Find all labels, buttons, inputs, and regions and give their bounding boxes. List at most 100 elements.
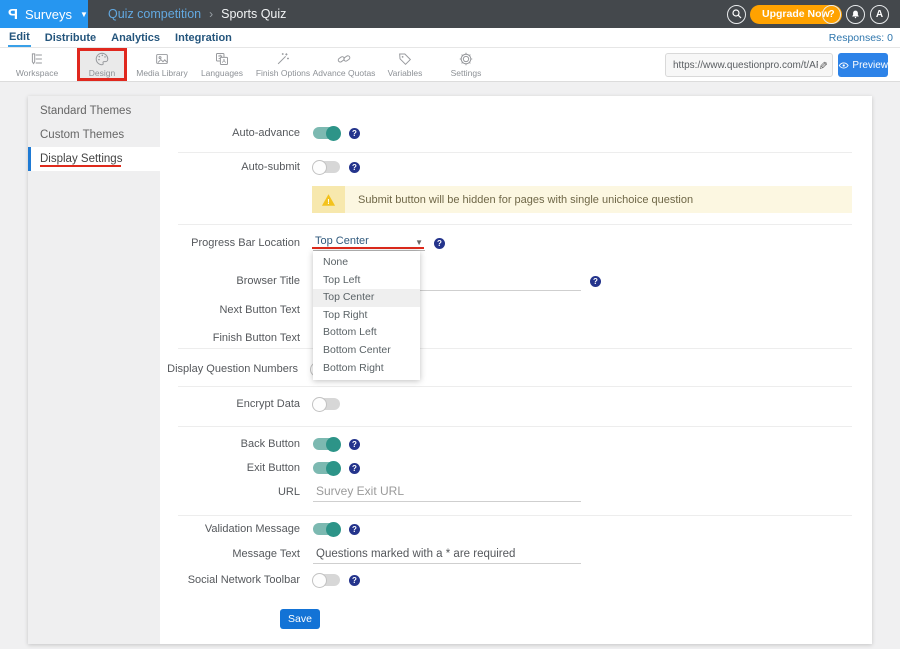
message-text-label: Message Text: [160, 548, 300, 560]
auto-advance-toggle[interactable]: [313, 127, 340, 139]
back-button-toggle[interactable]: [313, 438, 340, 450]
toolbar-media-library-button[interactable]: Media Library: [132, 49, 192, 80]
toolbar-finish-options-button[interactable]: Finish Options: [253, 49, 313, 80]
dropdown-option-top-left[interactable]: Top Left: [313, 272, 420, 290]
encrypt-data-toggle[interactable]: [313, 398, 340, 410]
social-network-toolbar-help-icon[interactable]: ?: [349, 575, 360, 586]
themes-sidebar: Standard Themes Custom Themes Display Se…: [28, 96, 160, 644]
encrypt-data-label: Encrypt Data: [160, 398, 300, 410]
progress-bar-location-label: Progress Bar Location: [160, 237, 300, 249]
back-button-row: Back Button ?: [160, 434, 360, 454]
auto-submit-toggle[interactable]: [313, 161, 340, 173]
preview-label: Preview: [852, 60, 888, 71]
browser-title-help-icon[interactable]: ?: [590, 276, 601, 287]
settings-gear-icon: [458, 51, 474, 67]
validation-message-help-icon[interactable]: ?: [349, 524, 360, 535]
responses-count[interactable]: Responses: 0: [829, 32, 893, 44]
toolbar-workspace-button[interactable]: Workspace: [7, 49, 67, 80]
toolbar-settings-button[interactable]: Settings: [436, 49, 496, 80]
breadcrumb: Quiz competition › Sports Quiz: [108, 0, 286, 28]
questionpro-logo-icon: P: [8, 6, 18, 23]
sub-nav: Edit Distribute Analytics Integration Re…: [0, 28, 900, 48]
tab-analytics[interactable]: Analytics: [110, 30, 161, 46]
select-caret-icon: ▼: [415, 238, 423, 247]
toolbar-design-button[interactable]: Design: [80, 49, 124, 80]
avatar: A: [870, 5, 889, 24]
breadcrumb-current: Sports Quiz: [221, 7, 286, 21]
message-text-input[interactable]: Questions marked with a * are required: [313, 545, 581, 564]
toolbar-workspace-label: Workspace: [16, 68, 58, 78]
search-button[interactable]: [727, 5, 746, 24]
app-window: P Surveys ▼ Quiz competition › Sports Qu…: [0, 0, 900, 649]
progress-dropdown-menu: NoneTop LeftTop CenterTop RightBottom Le…: [313, 251, 420, 380]
survey-url-field[interactable]: https://www.questionpro.com/t/APNrFZ ✎: [665, 53, 833, 77]
toolbar-media-library-label: Media Library: [136, 68, 188, 78]
exit-url-row: URL Survey Exit URL: [160, 482, 581, 502]
tab-edit[interactable]: Edit: [8, 29, 31, 47]
auto-advance-row: Auto-advance ?: [160, 123, 360, 143]
toolbar-languages-button[interactable]: A Languages: [192, 49, 252, 80]
advance-quotas-links-icon: [336, 51, 352, 67]
toolbar-design-label: Design: [89, 68, 115, 78]
divider: [178, 348, 852, 349]
back-button-label: Back Button: [160, 438, 300, 450]
save-button[interactable]: Save: [280, 609, 320, 629]
toolbar-advance-quotas-button[interactable]: Advance Quotas: [314, 49, 374, 80]
browser-title-label: Browser Title: [160, 275, 300, 287]
toolbar-finish-options-label: Finish Options: [256, 68, 310, 78]
dropdown-option-none[interactable]: None: [313, 254, 420, 272]
svg-text:A: A: [222, 59, 226, 65]
divider: [178, 224, 852, 225]
edit-url-pencil-icon[interactable]: ✎: [816, 60, 829, 69]
dropdown-option-top-center[interactable]: Top Center: [313, 289, 420, 307]
toolbar-advance-quotas-label: Advance Quotas: [313, 68, 376, 78]
exit-button-toggle[interactable]: [313, 462, 340, 474]
divider: [178, 386, 852, 387]
design-palette-icon: [94, 51, 110, 67]
progress-bar-location-help-icon[interactable]: ?: [434, 238, 445, 249]
languages-icon: A: [214, 51, 230, 67]
exit-url-label: URL: [160, 486, 300, 498]
tab-distribute[interactable]: Distribute: [44, 30, 97, 46]
social-network-toolbar-label: Social Network Toolbar: [160, 574, 300, 586]
exit-url-placeholder: Survey Exit URL: [316, 484, 404, 498]
dropdown-option-top-right[interactable]: Top Right: [313, 307, 420, 325]
validation-message-label: Validation Message: [160, 523, 300, 535]
sidebar-item-standard-themes[interactable]: Standard Themes: [28, 99, 160, 123]
exit-button-help-icon[interactable]: ?: [349, 463, 360, 474]
auto-submit-row: Auto-submit ?: [160, 157, 360, 177]
progress-bar-location-select[interactable]: Top Center ▼: [313, 235, 425, 251]
sidebar-item-display-settings[interactable]: Display Settings: [28, 147, 161, 171]
auto-advance-help-icon[interactable]: ?: [349, 128, 360, 139]
eye-icon: [838, 59, 849, 72]
toolbar-variables-button[interactable]: Variables: [375, 49, 435, 80]
help-icon: ?: [822, 5, 841, 24]
preview-button[interactable]: Preview: [838, 53, 888, 77]
surveys-menu-label: Surveys: [25, 7, 72, 22]
help-button[interactable]: ?: [822, 5, 841, 24]
sidebar-item-custom-themes[interactable]: Custom Themes: [28, 123, 160, 147]
tab-integration[interactable]: Integration: [174, 30, 233, 46]
social-network-toolbar-toggle[interactable]: [313, 574, 340, 586]
warning-text: Submit button will be hidden for pages w…: [358, 194, 693, 206]
notifications-button[interactable]: [846, 5, 865, 24]
dropdown-option-bottom-left[interactable]: Bottom Left: [313, 324, 420, 342]
warning-strip: !: [312, 186, 345, 213]
warning-triangle-icon: !: [321, 193, 336, 207]
progress-bar-location-value: Top Center: [315, 235, 369, 247]
exit-url-input[interactable]: Survey Exit URL: [313, 483, 581, 502]
finish-options-wand-icon: [275, 51, 291, 67]
breadcrumb-parent[interactable]: Quiz competition: [108, 7, 201, 21]
dropdown-option-bottom-right[interactable]: Bottom Right: [313, 360, 420, 378]
chevron-down-icon: ▼: [80, 10, 88, 19]
validation-message-toggle[interactable]: [313, 523, 340, 535]
account-button[interactable]: A: [870, 5, 889, 24]
survey-url-value: https://www.questionpro.com/t/APNrFZ: [673, 60, 818, 71]
surveys-menu-button[interactable]: P Surveys ▼: [0, 0, 88, 28]
toolbar-settings-label: Settings: [451, 68, 482, 78]
back-button-help-icon[interactable]: ?: [349, 439, 360, 450]
display-question-numbers-row: Display Question Numbers: [158, 359, 338, 379]
dropdown-option-bottom-center[interactable]: Bottom Center: [313, 342, 420, 360]
divider: [178, 426, 852, 427]
auto-submit-help-icon[interactable]: ?: [349, 162, 360, 173]
